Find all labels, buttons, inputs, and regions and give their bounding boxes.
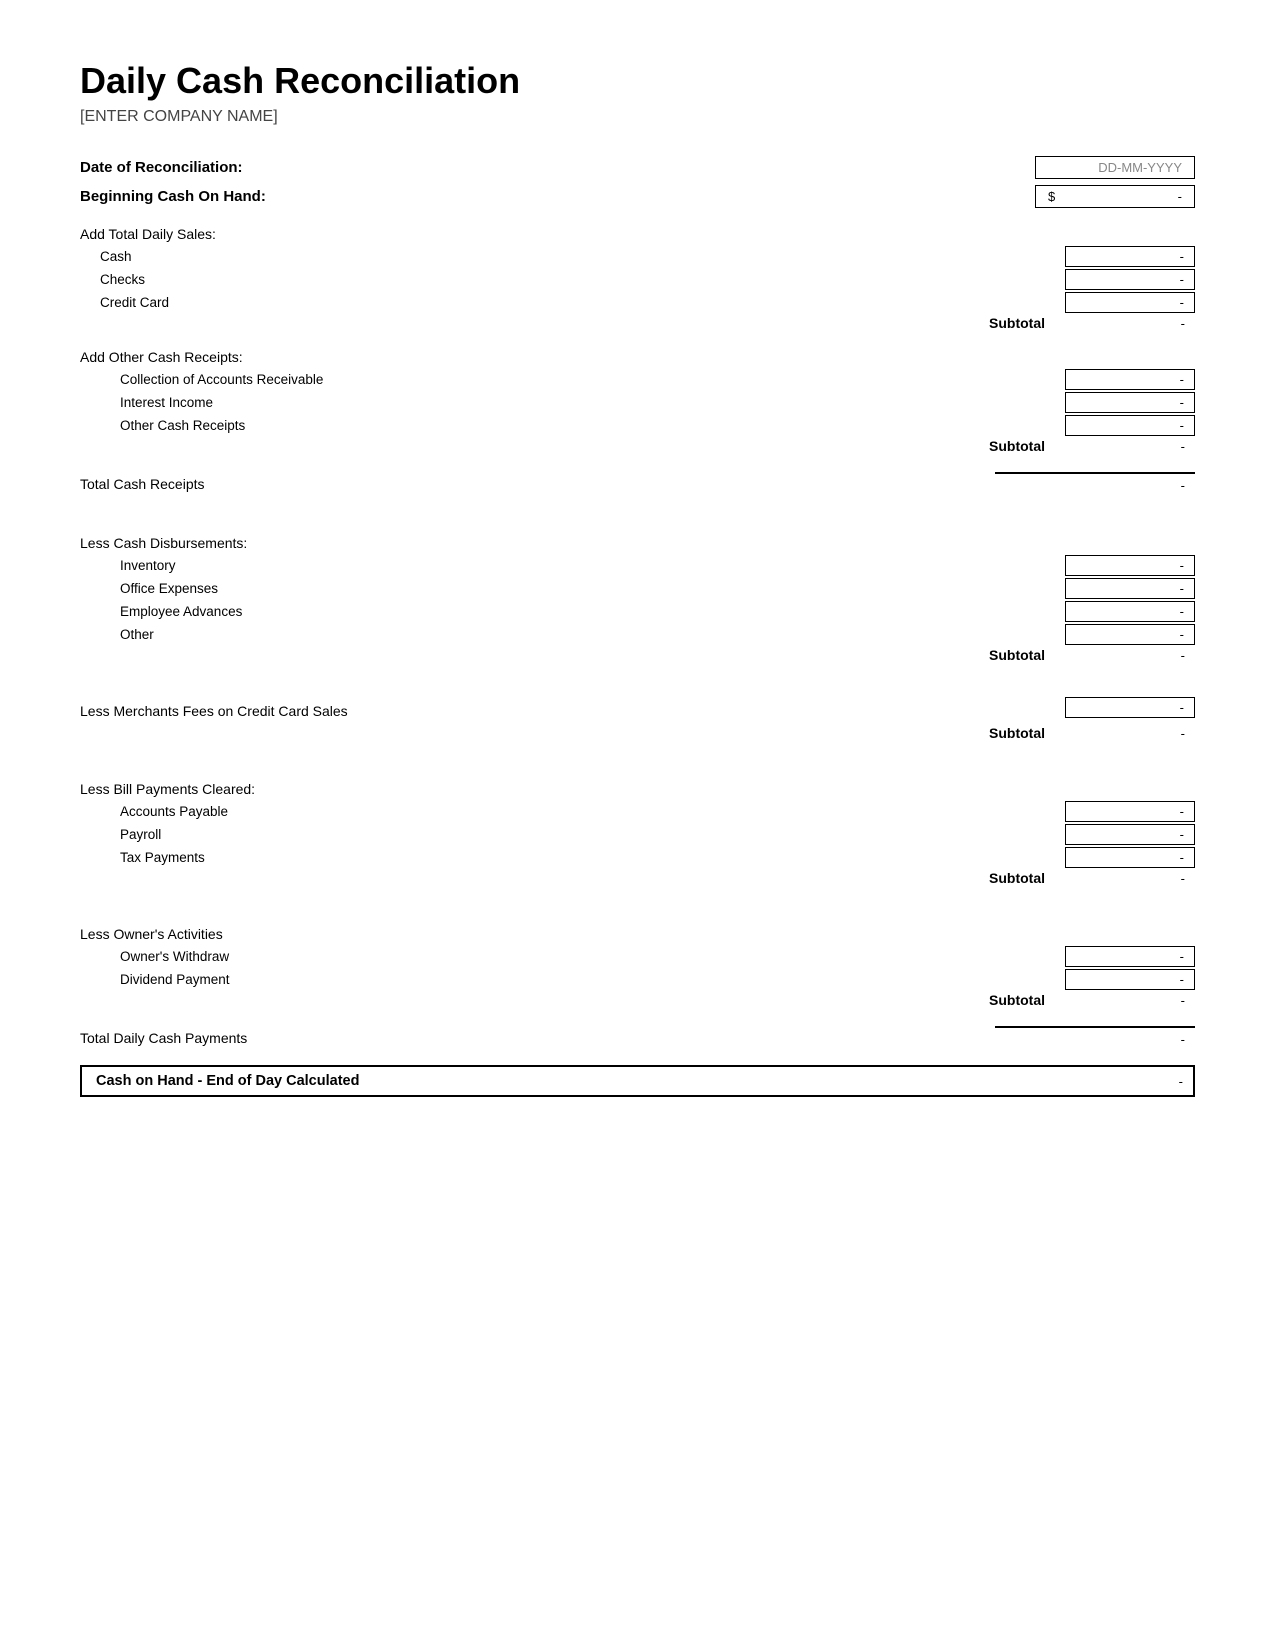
payroll-label: Payroll: [80, 827, 1065, 842]
credit-card-label: Credit Card: [80, 295, 1065, 310]
employee-advances-input[interactable]: -: [1065, 601, 1195, 622]
employee-advances-label: Employee Advances: [80, 604, 1065, 619]
bill-payments-subtotal-value: -: [1065, 871, 1195, 886]
date-box[interactable]: DD-MM-YYYY: [1035, 156, 1195, 179]
merchants-subtotal-label: Subtotal: [989, 725, 1045, 741]
total-cash-receipts-value: -: [995, 472, 1195, 495]
disbursements-subtotal-label: Subtotal: [989, 647, 1045, 663]
payroll-input[interactable]: -: [1065, 824, 1195, 845]
cash-input[interactable]: -: [1065, 246, 1195, 267]
office-expenses-input[interactable]: -: [1065, 578, 1195, 599]
dividend-payment-label: Dividend Payment: [80, 972, 1065, 987]
tax-payments-label: Tax Payments: [80, 850, 1065, 865]
other-receipts-subtotal-value: -: [1065, 439, 1195, 454]
daily-sales-subtotal-label: Subtotal: [989, 315, 1045, 331]
final-value: -: [1179, 1074, 1183, 1089]
owners-subtotal-label: Subtotal: [989, 992, 1045, 1008]
beginning-cash-value: -: [1178, 189, 1182, 204]
accounts-receivable-label: Collection of Accounts Receivable: [80, 372, 1065, 387]
daily-sales-header: Add Total Daily Sales:: [80, 226, 1195, 242]
owners-withdraw-input[interactable]: -: [1065, 946, 1195, 967]
beginning-cash-box[interactable]: $ -: [1035, 185, 1195, 208]
merchants-fees-input[interactable]: -: [1065, 697, 1195, 718]
disbursements-header: Less Cash Disbursements:: [80, 535, 1195, 551]
owners-withdraw-label: Owner's Withdraw: [80, 949, 1065, 964]
total-payments-value: -: [995, 1026, 1195, 1049]
merchants-fees-label: Less Merchants Fees on Credit Card Sales: [80, 703, 1065, 719]
interest-income-label: Interest Income: [80, 395, 1065, 410]
final-row: Cash on Hand - End of Day Calculated -: [80, 1065, 1195, 1097]
other-cash-receipts-input[interactable]: -: [1065, 415, 1195, 436]
final-label: Cash on Hand - End of Day Calculated: [96, 1073, 359, 1089]
inventory-label: Inventory: [80, 558, 1065, 573]
accounts-receivable-input[interactable]: -: [1065, 369, 1195, 390]
office-expenses-label: Office Expenses: [80, 581, 1065, 596]
checks-label: Checks: [80, 272, 1065, 287]
tax-payments-input[interactable]: -: [1065, 847, 1195, 868]
credit-card-input[interactable]: -: [1065, 292, 1195, 313]
bill-payments-subtotal-label: Subtotal: [989, 870, 1045, 886]
owners-subtotal-value: -: [1065, 993, 1195, 1008]
date-label: Date of Reconciliation:: [80, 159, 243, 176]
inventory-input[interactable]: -: [1065, 555, 1195, 576]
dollar-sign: $: [1048, 189, 1055, 204]
other-receipts-subtotal-label: Subtotal: [989, 438, 1045, 454]
interest-income-input[interactable]: -: [1065, 392, 1195, 413]
company-name: [ENTER COMPANY NAME]: [80, 108, 1195, 126]
total-cash-receipts-label: Total Cash Receipts: [80, 476, 205, 492]
bill-payments-header: Less Bill Payments Cleared:: [80, 781, 1195, 797]
dividend-payment-input[interactable]: -: [1065, 969, 1195, 990]
other-cash-receipts-label: Other Cash Receipts: [80, 418, 1065, 433]
accounts-payable-input[interactable]: -: [1065, 801, 1195, 822]
beginning-cash-label: Beginning Cash On Hand:: [80, 188, 266, 205]
page-title: Daily Cash Reconciliation: [80, 60, 1195, 102]
owners-activities-header: Less Owner's Activities: [80, 926, 1195, 942]
total-payments-label: Total Daily Cash Payments: [80, 1030, 247, 1046]
other-disbursement-label: Other: [80, 627, 1065, 642]
daily-sales-subtotal-value: -: [1065, 316, 1195, 331]
merchants-subtotal-value: -: [1065, 726, 1195, 741]
other-receipts-header: Add Other Cash Receipts:: [80, 349, 1195, 365]
checks-input[interactable]: -: [1065, 269, 1195, 290]
disbursements-subtotal-value: -: [1065, 648, 1195, 663]
other-disbursement-input[interactable]: -: [1065, 624, 1195, 645]
cash-label: Cash: [80, 249, 1065, 264]
accounts-payable-label: Accounts Payable: [80, 804, 1065, 819]
